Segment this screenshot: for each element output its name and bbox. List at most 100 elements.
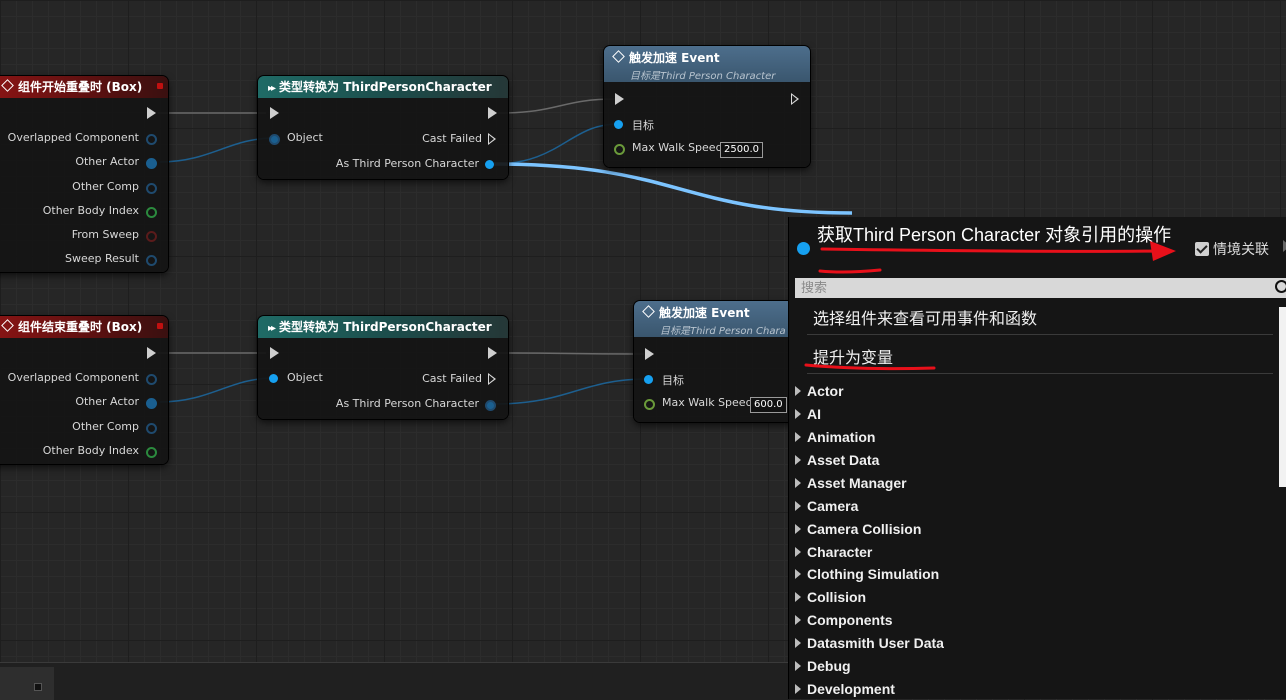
event-node-end-overlap[interactable]: 组件结束重叠时 (Box) Overlapped Component Other…: [0, 316, 168, 464]
event-diamond-icon: [1, 319, 14, 332]
node-header[interactable]: 触发加速 Event 目标是Third Person Character: [604, 46, 810, 82]
pin-label: As Third Person Character: [335, 157, 479, 170]
category-components[interactable]: Components: [795, 612, 893, 628]
cast-node-top[interactable]: ▸▸ 类型转换为 ThirdPersonCharacter Object Cast…: [258, 76, 508, 179]
exec-in-pin[interactable]: [270, 107, 279, 119]
category-asset-data[interactable]: Asset Data: [795, 452, 879, 468]
category-ai[interactable]: AI: [795, 406, 821, 422]
object-pin[interactable]: [269, 134, 280, 145]
pin-label: Object: [287, 371, 323, 384]
pin-label: Max Walk Speed: [632, 141, 723, 154]
object-pin[interactable]: [485, 400, 496, 411]
node-header[interactable]: ▸▸ 类型转换为 ThirdPersonCharacter: [258, 316, 508, 338]
exec-out-pin[interactable]: [791, 93, 799, 105]
expand-arrow-icon: [795, 455, 801, 465]
promote-to-variable-item[interactable]: 提升为变量: [813, 344, 893, 368]
category-actor[interactable]: Actor: [795, 383, 844, 399]
node-header[interactable]: 组件开始重叠时 (Box): [0, 76, 168, 98]
menu-title: 获取Third Person Character 对象引用的操作: [817, 225, 1172, 245]
node-title: 触发加速 Event: [629, 51, 720, 65]
expand-arrow-icon: [795, 615, 801, 625]
node-header[interactable]: 组件结束重叠时 (Box): [0, 316, 168, 338]
exec-wire: [497, 98, 617, 114]
exec-out-pin[interactable]: [488, 373, 496, 385]
event-node-begin-overlap[interactable]: 组件开始重叠时 (Box) Overlapped Component Other…: [0, 76, 168, 272]
pin-label: Other Actor: [75, 395, 139, 408]
node-title: 类型转换为 ThirdPersonCharacter: [279, 320, 492, 334]
search-icon: [1275, 280, 1286, 293]
context-sensitive-toggle[interactable]: 情境关联: [1195, 239, 1269, 259]
expand-arrow-icon: [795, 478, 801, 488]
search-input[interactable]: [795, 278, 1286, 298]
category-collision[interactable]: Collision: [795, 589, 866, 605]
object-pin[interactable]: [485, 160, 494, 169]
node-subtitle: 目标是Third Person Chara: [660, 326, 786, 337]
struct-pin[interactable]: [146, 255, 157, 266]
category-asset-manager[interactable]: Asset Manager: [795, 475, 907, 491]
custom-event-node-top[interactable]: 触发加速 Event 目标是Third Person Character 目标 …: [604, 46, 810, 167]
pin-label: Other Body Index: [42, 204, 139, 217]
expand-arrow-icon: [795, 638, 801, 648]
category-clothing-simulation[interactable]: Clothing Simulation: [795, 566, 939, 582]
target-pin[interactable]: [614, 120, 623, 129]
context-sensitive-label: 情境关联: [1213, 242, 1269, 258]
custom-event-node-bottom[interactable]: 触发加速 Event 目标是Third Person Chara 目标 Max …: [634, 301, 810, 422]
graph-bottom-bar: [0, 662, 790, 700]
category-datasmith-user-data[interactable]: Datasmith User Data: [795, 635, 944, 651]
node-header[interactable]: ▸▸ 类型转换为 ThirdPersonCharacter: [258, 76, 508, 98]
expand-arrow-icon: [795, 592, 801, 602]
category-camera[interactable]: Camera: [795, 498, 858, 514]
category-debug[interactable]: Debug: [795, 658, 851, 674]
max-walk-speed-input[interactable]: 2500.0: [720, 142, 763, 158]
pin-label: 目标: [632, 119, 654, 132]
max-walk-speed-input[interactable]: 600.0: [750, 397, 787, 413]
object-pin[interactable]: [146, 183, 157, 194]
cast-node-bottom[interactable]: ▸▸ 类型转换为 ThirdPersonCharacter Object Cast…: [258, 316, 508, 419]
object-pin[interactable]: [146, 398, 157, 409]
pin-label: Overlapped Component: [7, 371, 139, 384]
category-character[interactable]: Character: [795, 544, 872, 560]
checkbox-checked-icon[interactable]: [1195, 242, 1209, 256]
event-diamond-icon: [1, 79, 14, 92]
pin-label: Other Comp: [72, 180, 139, 193]
bottom-tab[interactable]: [0, 667, 54, 700]
float-pin[interactable]: [644, 399, 655, 410]
category-camera-collision[interactable]: Camera Collision: [795, 521, 921, 537]
tab-pin-icon: [34, 683, 42, 691]
object-pin[interactable]: [146, 158, 157, 169]
expand-arrow-icon: [795, 432, 801, 442]
expand-arrow-icon: [795, 547, 801, 557]
object-pin[interactable]: [146, 134, 157, 145]
float-pin[interactable]: [614, 144, 625, 155]
node-header[interactable]: 触发加速 Event 目标是Third Person Chara: [634, 301, 810, 337]
object-pin[interactable]: [146, 423, 157, 434]
exec-out-pin[interactable]: [488, 347, 497, 359]
object-pin[interactable]: [146, 374, 157, 385]
expand-arrow-icon: [795, 409, 801, 419]
category-development[interactable]: Development: [795, 681, 895, 697]
exec-in-pin[interactable]: [645, 348, 654, 360]
exec-out-pin[interactable]: [147, 347, 156, 359]
dragged-wire: [493, 162, 853, 215]
pin-label: Cast Failed: [422, 132, 482, 145]
int-pin[interactable]: [146, 447, 157, 458]
exec-out-pin[interactable]: [147, 107, 156, 119]
delegate-pin-icon[interactable]: [157, 83, 163, 89]
pin-label: Overlapped Component: [7, 131, 139, 144]
int-pin[interactable]: [146, 207, 157, 218]
exec-in-pin[interactable]: [615, 93, 624, 105]
category-animation[interactable]: Animation: [795, 429, 875, 445]
bool-pin[interactable]: [146, 231, 157, 242]
scrollbar[interactable]: [1279, 307, 1286, 487]
event-diamond-icon: [642, 305, 655, 318]
pin-label: Other Comp: [72, 420, 139, 433]
exec-in-pin[interactable]: [270, 347, 279, 359]
event-diamond-icon: [612, 50, 625, 63]
target-pin[interactable]: [644, 375, 653, 384]
divider: [807, 373, 1273, 374]
delegate-pin-icon[interactable]: [157, 323, 163, 329]
exec-out-pin[interactable]: [488, 107, 497, 119]
exec-out-pin[interactable]: [488, 133, 496, 145]
context-action-menu[interactable]: 获取Third Person Character 对象引用的操作 情境关联 选择…: [788, 217, 1286, 699]
object-pin[interactable]: [269, 374, 278, 383]
